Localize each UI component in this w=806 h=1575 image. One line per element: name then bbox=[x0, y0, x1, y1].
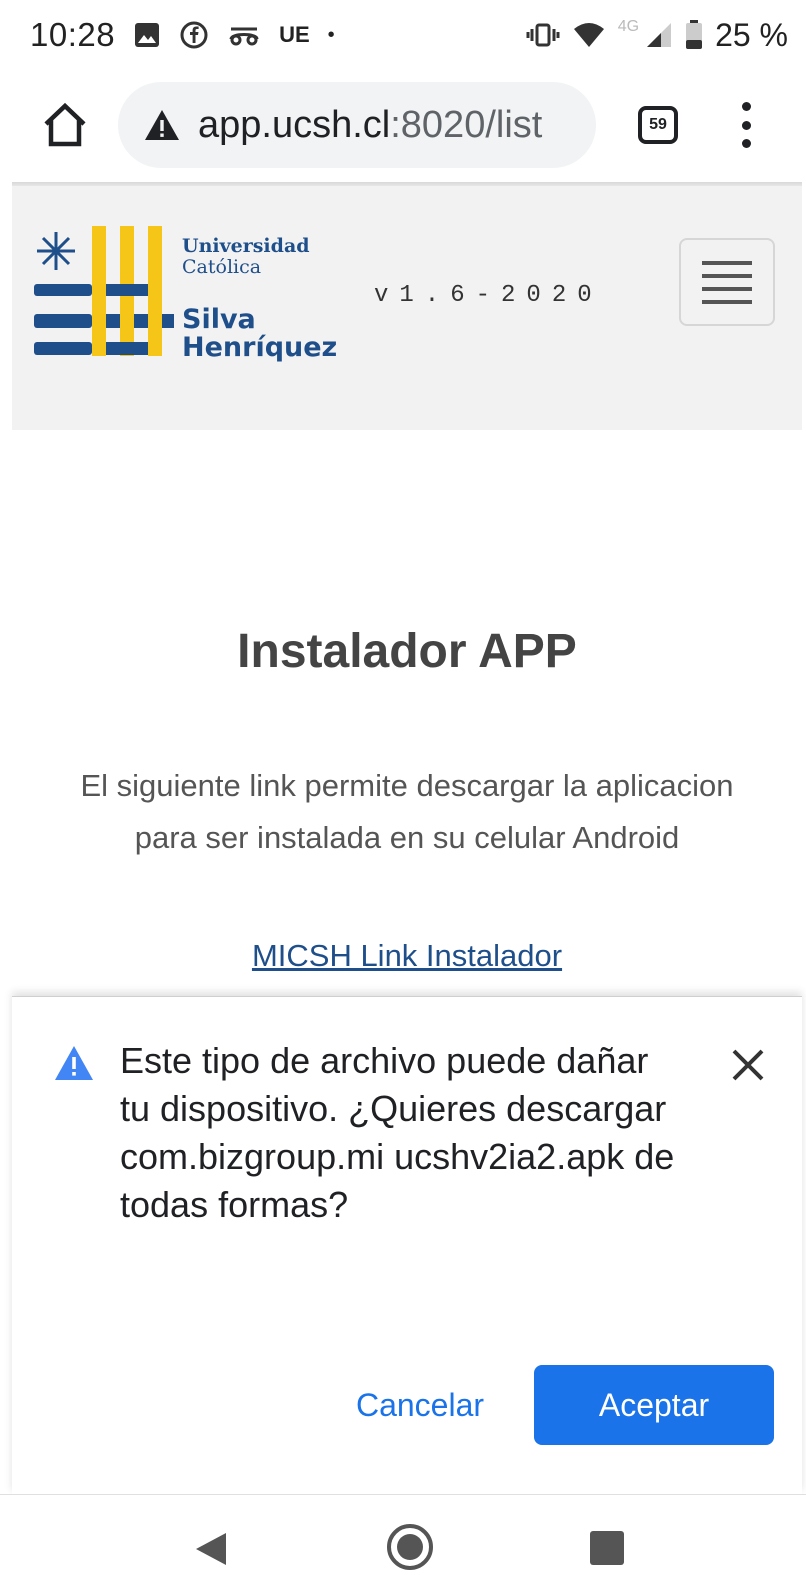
signal-icon bbox=[647, 23, 672, 47]
battery-level: 25 % bbox=[715, 16, 788, 53]
home-nav-icon[interactable] bbox=[386, 1523, 434, 1571]
url-path: :8020/list bbox=[390, 103, 543, 146]
system-nav-bar bbox=[0, 1494, 806, 1575]
tab-switcher-button[interactable]: 59 bbox=[638, 106, 678, 144]
gallery-icon bbox=[135, 23, 160, 47]
battery-icon bbox=[686, 20, 703, 49]
app-version: v1.6-2020 bbox=[374, 282, 603, 309]
address-bar[interactable]: app.ucsh.cl:8020/list bbox=[118, 82, 596, 168]
browser-menu-button[interactable] bbox=[731, 100, 761, 150]
status-bar: 10:28 UE • 4G 25 % bbox=[0, 0, 806, 70]
page-description: El siguiente link permite descargar la a… bbox=[80, 768, 734, 855]
installer-link-container: MICSH Link Instalador bbox=[12, 938, 802, 974]
nav-menu-button[interactable] bbox=[679, 238, 775, 326]
wifi-icon bbox=[573, 23, 604, 47]
site-header: Universidad Católica Silva Henríquez v1.… bbox=[12, 186, 802, 430]
voicemail-icon bbox=[229, 27, 259, 46]
vibrate-icon bbox=[526, 23, 560, 47]
warning-message: Este tipo de archivo puede dañar tu disp… bbox=[120, 1040, 675, 1225]
accept-button[interactable]: Aceptar bbox=[534, 1365, 774, 1445]
not-secure-icon[interactable] bbox=[144, 109, 180, 141]
url-host: app.ucsh.cl bbox=[198, 103, 391, 146]
carrier-label: UE bbox=[279, 22, 310, 47]
warning-icon bbox=[55, 1046, 93, 1080]
cancel-button[interactable]: Cancelar bbox=[328, 1365, 512, 1445]
status-time: 10:28 bbox=[30, 16, 116, 53]
recent-apps-icon[interactable] bbox=[590, 1531, 624, 1565]
web-page: Universidad Católica Silva Henríquez v1.… bbox=[12, 182, 802, 1000]
page-title: Instalador APP bbox=[237, 625, 577, 678]
notification-dot: • bbox=[327, 23, 335, 46]
installer-link[interactable]: MICSH Link Instalador bbox=[252, 938, 562, 973]
browser-toolbar: app.ucsh.cl:8020/list 59 bbox=[0, 70, 806, 182]
close-icon[interactable] bbox=[728, 1045, 768, 1085]
tab-count: 59 bbox=[649, 116, 667, 133]
facebook-icon bbox=[180, 21, 208, 49]
logo-university-text: Universidad Católica bbox=[182, 235, 310, 278]
home-icon[interactable] bbox=[40, 100, 90, 150]
download-warning-sheet: Este tipo de archivo puede dañar tu disp… bbox=[12, 996, 802, 1494]
network-type: 4G bbox=[617, 18, 640, 35]
back-icon[interactable] bbox=[194, 1531, 228, 1567]
logo-name-text: Silva Henríquez bbox=[182, 304, 338, 363]
